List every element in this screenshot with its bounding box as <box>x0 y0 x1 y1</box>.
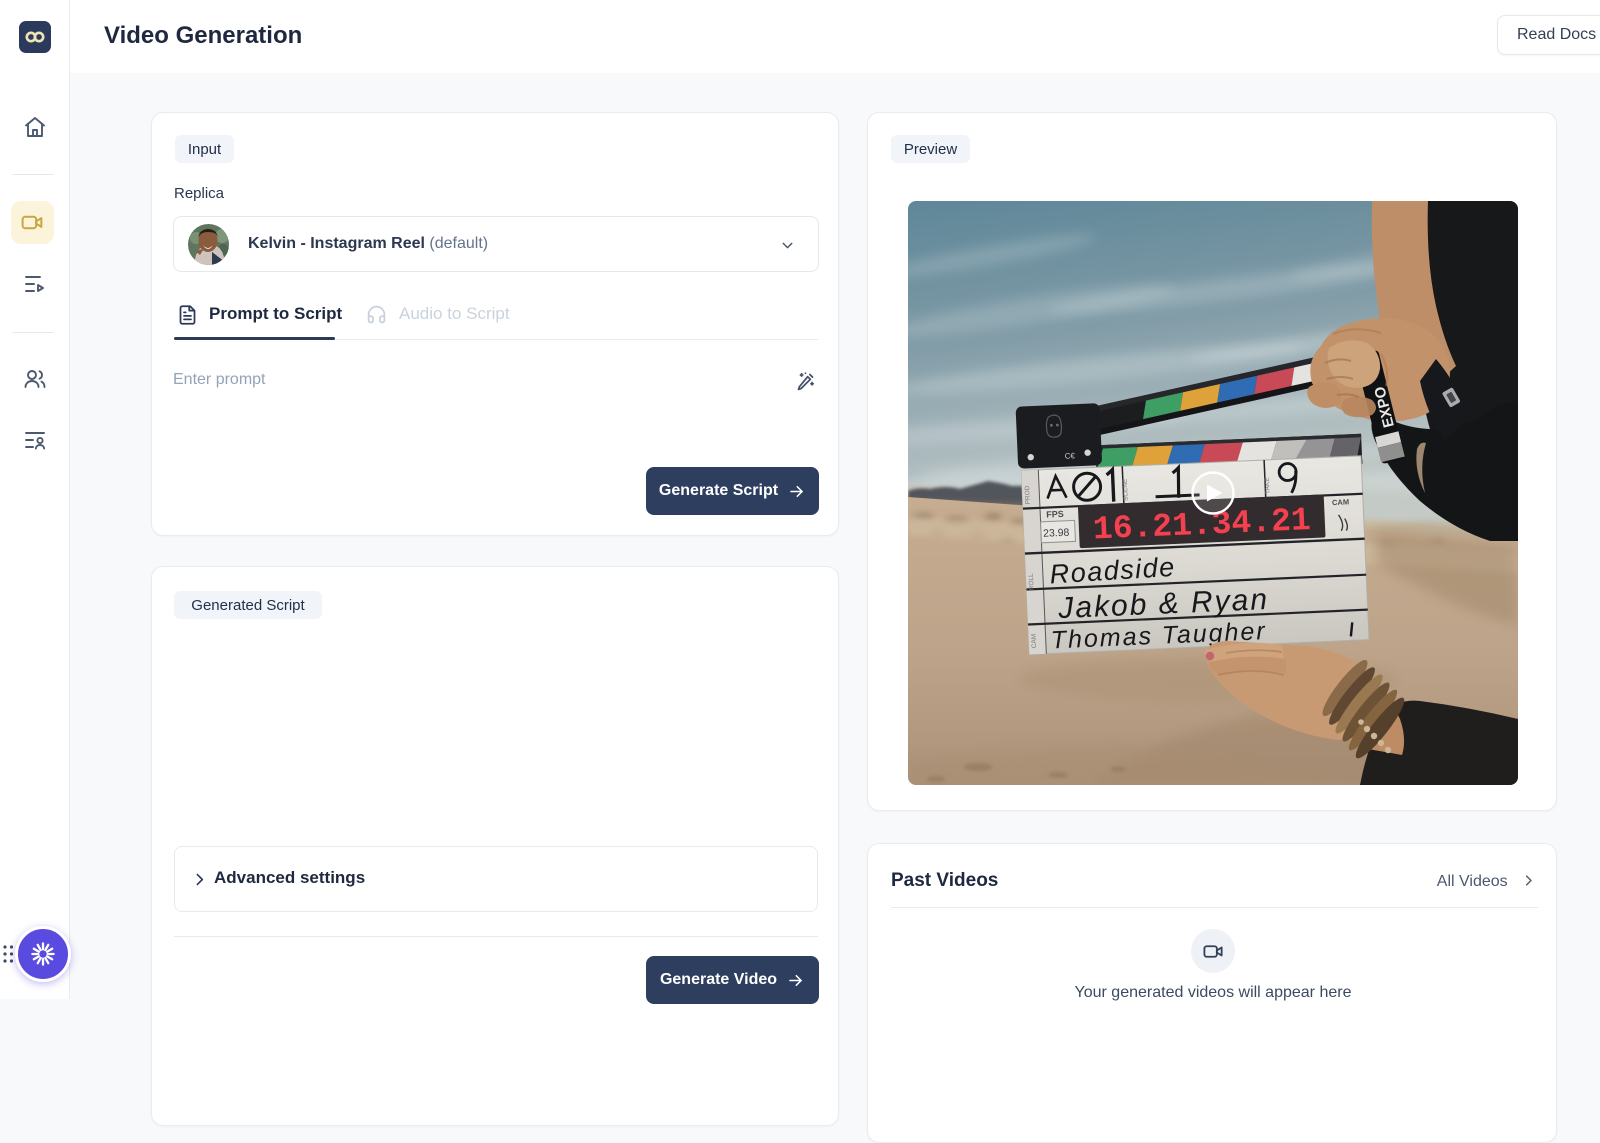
svg-text:CAM: CAM <box>1332 497 1349 507</box>
svg-text:C€: C€ <box>1065 451 1076 460</box>
svg-text:23.98: 23.98 <box>1043 527 1070 540</box>
svg-text:FPS: FPS <box>1046 509 1064 520</box>
svg-text:CAM: CAM <box>1030 634 1038 649</box>
svg-text:ROLL: ROLL <box>1028 573 1036 591</box>
svg-text:SCENE: SCENE <box>1122 478 1130 501</box>
svg-text:TAKE: TAKE <box>1264 477 1272 494</box>
svg-text:PROD: PROD <box>1024 485 1032 504</box>
